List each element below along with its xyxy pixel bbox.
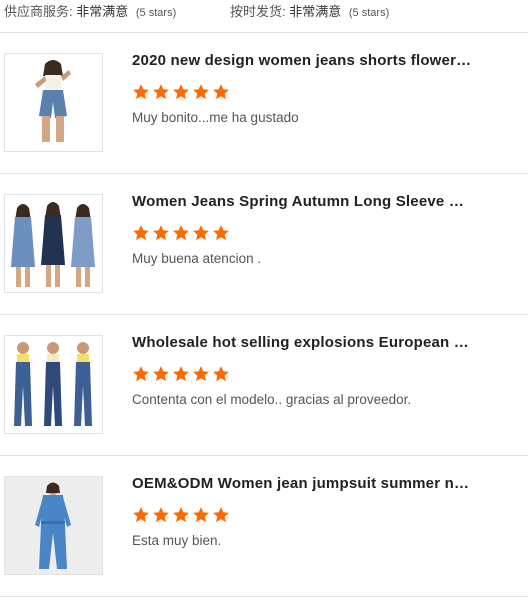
divider <box>0 596 528 597</box>
supplier-ratings-bar: 供应商服务: 非常满意 (5 stars) 按时发货: 非常满意 (5 star… <box>0 0 528 20</box>
supplier-service-label: 供应商服务: <box>4 4 73 19</box>
on-time-shipping-value: 非常满意 <box>289 4 342 19</box>
star-icon <box>172 506 190 524</box>
review-comment: Contenta con el modelo.. gracias al prov… <box>132 392 412 407</box>
review-item: 2020 new design women jeans shorts flowe… <box>0 33 528 173</box>
denim-jumpsuit-model-image <box>5 477 102 574</box>
product-thumbnail-denim-dresses[interactable] <box>4 194 103 293</box>
denim-overalls-models-image <box>5 336 102 433</box>
star-rating <box>132 224 230 242</box>
product-title[interactable]: Women Jeans Spring Autumn Long Sleeve Fa… <box>132 193 472 210</box>
star-icon <box>132 224 150 242</box>
star-icon <box>212 506 230 524</box>
product-thumbnail-denim-jumpsuit[interactable] <box>4 476 103 575</box>
review-item: OEM&ODM Women jean jumpsuit summer new… … <box>0 456 528 596</box>
review-comment: Muy buena atencion . <box>132 251 262 266</box>
product-title[interactable]: 2020 new design women jeans shorts flowe… <box>132 52 472 69</box>
star-icon <box>152 506 170 524</box>
star-icon <box>172 224 190 242</box>
on-time-shipping-label: 按时发货: <box>230 4 286 19</box>
product-title[interactable]: Wholesale hot selling explosions Europea… <box>132 334 472 351</box>
star-rating <box>132 83 230 101</box>
star-icon <box>212 365 230 383</box>
star-icon <box>132 506 150 524</box>
review-item: Wholesale hot selling explosions Europea… <box>0 315 528 455</box>
product-thumbnail-denim-shorts[interactable] <box>4 53 103 152</box>
star-icon <box>212 83 230 101</box>
supplier-service-stars-note: (5 stars) <box>135 7 177 19</box>
review-comment: Esta muy bien. <box>132 533 222 548</box>
star-icon <box>172 365 190 383</box>
star-icon <box>152 365 170 383</box>
star-icon <box>192 83 210 101</box>
star-icon <box>152 224 170 242</box>
star-icon <box>192 365 210 383</box>
on-time-shipping-rating: 按时发货: 非常满意 (5 stars) <box>230 1 389 20</box>
denim-shorts-model-image <box>5 54 102 151</box>
star-icon <box>192 224 210 242</box>
denim-dress-models-image <box>5 195 102 292</box>
star-icon <box>132 365 150 383</box>
product-thumbnail-denim-overalls[interactable] <box>4 335 103 434</box>
star-icon <box>212 224 230 242</box>
supplier-service-rating: 供应商服务: 非常满意 (5 stars) <box>4 1 176 20</box>
star-rating <box>132 365 230 383</box>
on-time-shipping-stars-note: (5 stars) <box>348 7 390 19</box>
supplier-service-value: 非常满意 <box>76 4 129 19</box>
star-icon <box>132 83 150 101</box>
star-icon <box>192 506 210 524</box>
star-rating <box>132 506 230 524</box>
product-title[interactable]: OEM&ODM Women jean jumpsuit summer new… <box>132 475 472 492</box>
star-icon <box>172 83 190 101</box>
star-icon <box>152 83 170 101</box>
review-item: Women Jeans Spring Autumn Long Sleeve Fa… <box>0 174 528 314</box>
review-comment: Muy bonito...me ha gustado <box>132 110 299 125</box>
